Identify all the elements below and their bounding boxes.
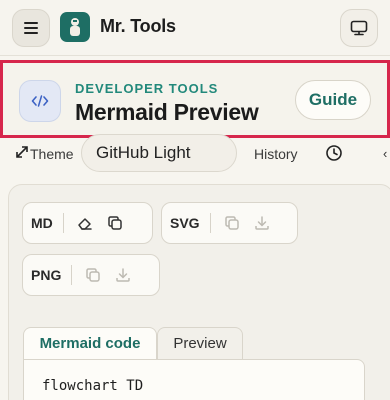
tool-header: DEVELOPER TOOLS Mermaid Preview Guide [0,60,390,138]
page-title: Mermaid Preview [75,99,259,125]
code-icon [19,80,61,122]
code-line: flowchart TD [42,378,144,394]
copy-icon[interactable] [100,208,130,238]
editor-tabs: Mermaid code Preview flowchart TD [23,327,365,400]
theme-label: Theme [30,146,74,162]
download-icon[interactable] [247,208,277,238]
category-label: DEVELOPER TOOLS [75,81,219,96]
md-action-group: MD [22,202,153,244]
tab-preview[interactable]: Preview [157,327,243,359]
divider [209,213,211,233]
display-button[interactable] [340,9,378,47]
md-label: MD [31,215,53,231]
png-action-group: PNG [22,254,160,296]
history-label[interactable]: History [254,146,298,162]
divider [62,213,64,233]
svg-label: SVG [170,215,200,231]
expand-icon[interactable] [14,144,30,160]
tools-logo-icon[interactable] [60,12,90,42]
top-bar: Mr. Tools [0,0,390,56]
options-row: Theme GitHub Light History ‹ [0,134,390,174]
menu-button[interactable] [12,9,50,47]
theme-select[interactable]: GitHub Light [81,134,237,172]
png-label: PNG [31,267,62,283]
code-editor[interactable]: flowchart TD [23,359,365,400]
guide-button[interactable]: Guide [295,80,371,120]
brand-name[interactable]: Mr. Tools [100,16,176,37]
monitor-icon [350,20,368,36]
svg-action-group: SVG [161,202,298,244]
hamburger-icon [24,22,38,34]
chevron-left-icon[interactable]: ‹ [383,146,387,161]
clock-icon[interactable] [325,144,343,162]
copy-icon[interactable] [78,260,108,290]
copy-icon[interactable] [217,208,247,238]
tab-mermaid-code[interactable]: Mermaid code [23,327,157,359]
eraser-icon[interactable] [70,208,100,238]
divider [71,265,73,285]
download-icon[interactable] [108,260,138,290]
